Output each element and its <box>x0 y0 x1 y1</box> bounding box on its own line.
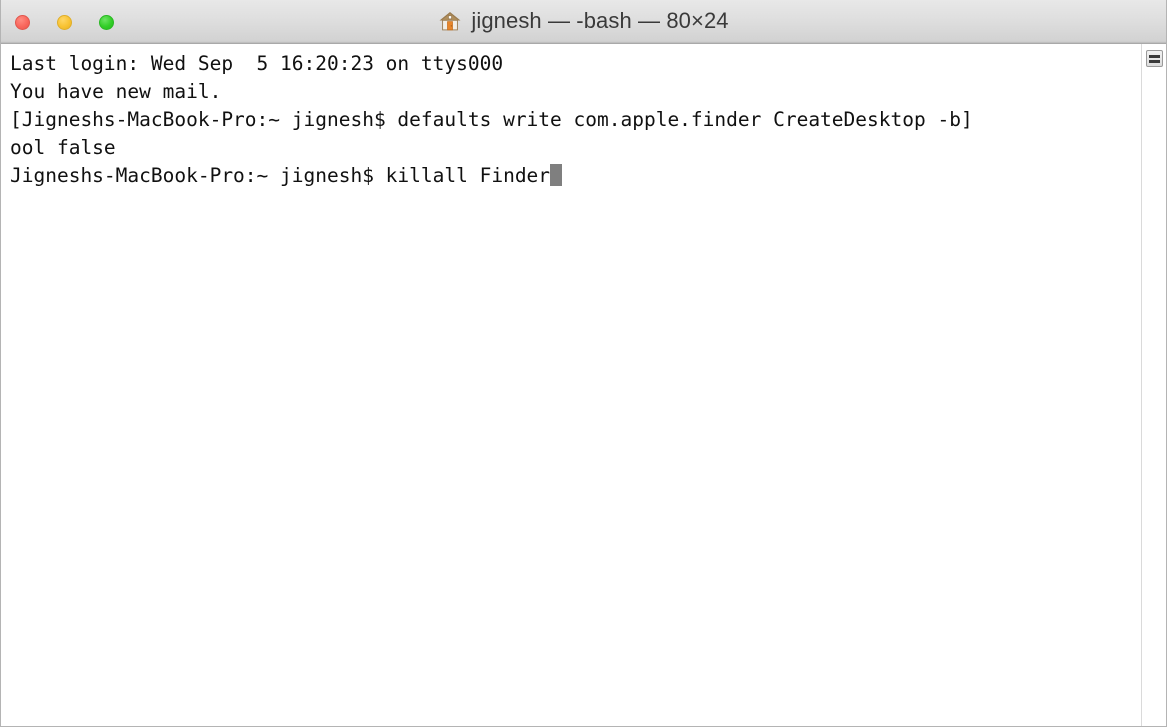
terminal-line-active: Jigneshs-MacBook-Pro:~ jignesh$ killall … <box>10 162 1141 190</box>
thumb-line <box>1149 59 1160 63</box>
terminal-line: Last login: Wed Sep 5 16:20:23 on ttys00… <box>10 52 504 75</box>
thumb-line <box>1149 54 1160 58</box>
window-controls <box>15 0 114 44</box>
text-cursor <box>550 164 563 186</box>
minimize-button[interactable] <box>57 14 72 30</box>
home-icon <box>439 11 461 30</box>
close-button[interactable] <box>15 14 30 30</box>
terminal-body[interactable]: Last login: Wed Sep 5 16:20:23 on ttys00… <box>1 44 1166 726</box>
title-bar[interactable]: jignesh — -bash — 80×24 <box>1 0 1166 44</box>
title-group: jignesh — -bash — 80×24 <box>438 7 729 34</box>
window-title: jignesh — -bash — 80×24 <box>471 7 729 33</box>
terminal-screen[interactable]: Last login: Wed Sep 5 16:20:23 on ttys00… <box>1 44 1141 726</box>
terminal-window: jignesh — -bash — 80×24 Last login: Wed … <box>0 0 1167 727</box>
terminal-line: You have new mail. <box>10 80 222 103</box>
vertical-scrollbar[interactable] <box>1141 44 1166 726</box>
terminal-line: [Jigneshs-MacBook-Pro:~ jignesh$ default… <box>10 108 973 131</box>
terminal-line: ool false <box>10 136 116 159</box>
scrollbar-thumb[interactable] <box>1146 50 1163 67</box>
zoom-button[interactable] <box>99 14 114 30</box>
terminal-line-text: Jigneshs-MacBook-Pro:~ jignesh$ killall … <box>10 164 551 187</box>
